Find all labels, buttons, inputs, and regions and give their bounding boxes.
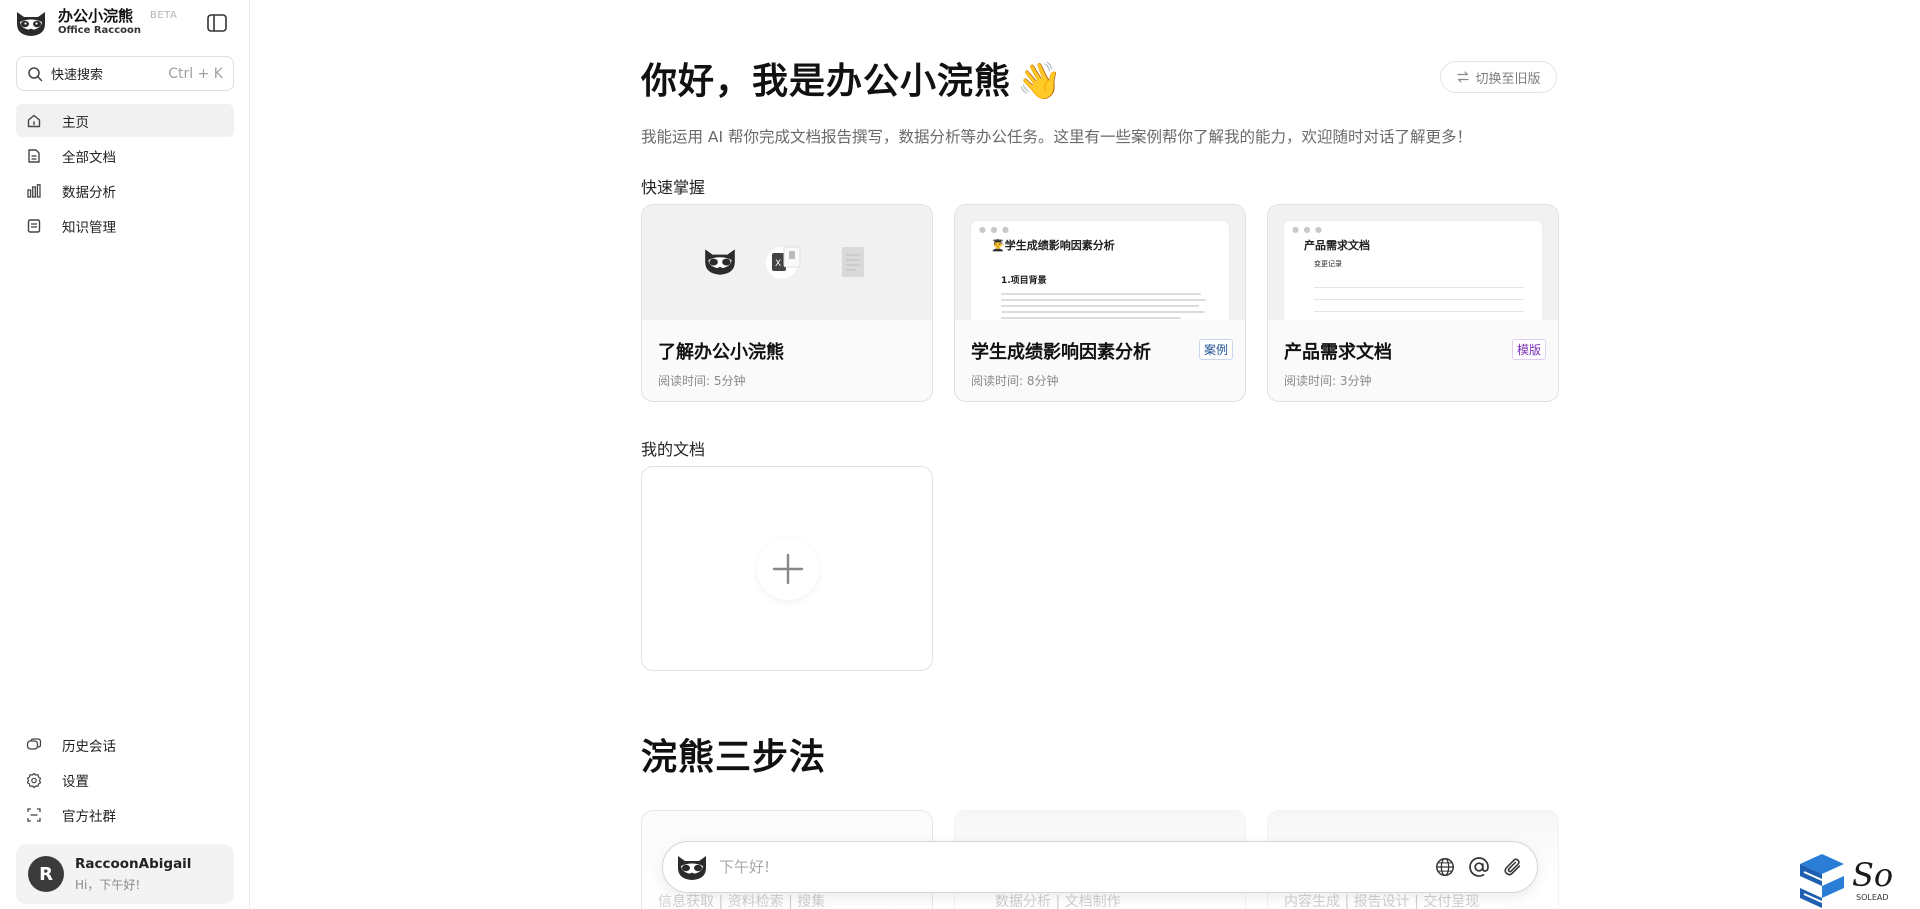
raccoon-logo-icon — [678, 856, 706, 880]
sidebar-item-label: 全部文档 — [62, 149, 116, 166]
sidebar-item-label: 知识管理 — [62, 219, 116, 236]
brand-name: 办公小浣熊 — [58, 7, 134, 26]
swap-icon — [1457, 71, 1470, 83]
card-reading-time: 阅读时间: 5分钟 — [658, 374, 746, 388]
step-card-text: 信息获取 | 资料检索 | 搜集 — [658, 894, 826, 909]
chat-history-icon — [26, 737, 42, 750]
template-badge: 模版 — [1511, 339, 1546, 360]
search-shortcut: Ctrl + K — [168, 65, 223, 82]
card-reading-time: 阅读时间: 3分钟 — [1284, 374, 1372, 388]
steps-section-title: 浣熊三步法 — [641, 737, 827, 778]
card-reading-time: 阅读时间: 8分钟 — [971, 374, 1059, 388]
document-preview: ● ● ● 产品需求文档 变更记录 — [1284, 221, 1542, 320]
sidebar-item-community[interactable]: 官方社群 — [16, 798, 234, 831]
quick-card-student-analysis[interactable]: ● ● ● 👨‍🎓学生成绩影响因素分析 1.项目背景 学生成绩影响因素分析 案例… — [954, 204, 1246, 402]
step-card-text: 内容生成 | 报告设计 | 交付呈现 — [1284, 894, 1480, 909]
user-greeting: Hi，下午好! — [75, 877, 141, 892]
quick-card-intro[interactable]: X 了解办公小浣熊 阅读时间: 5分钟 — [641, 204, 933, 402]
gear-icon — [26, 772, 42, 788]
attach-file-button[interactable] — [1501, 855, 1525, 879]
file-types-icon: X — [766, 246, 801, 279]
beta-badge: BETA — [150, 10, 178, 21]
card-title: 了解办公小浣熊 — [658, 342, 784, 363]
card-thumbnail: ● ● ● 产品需求文档 变更记录 — [1268, 205, 1558, 320]
new-document-button[interactable] — [641, 466, 933, 671]
globe-icon — [1436, 858, 1454, 876]
web-search-button[interactable] — [1433, 855, 1457, 879]
sidebar-item-label: 设置 — [62, 773, 89, 790]
brand-subtitle: Office Raccoon — [58, 25, 142, 37]
paperclip-icon — [1504, 858, 1521, 876]
raccoon-logo-icon — [705, 249, 735, 275]
sidebar-item-settings[interactable]: 设置 — [16, 763, 234, 796]
sidebar-item-label: 数据分析 — [62, 184, 116, 201]
sidebar: 办公小浣熊 Office Raccoon BETA 快速搜索 Ctrl + K — [0, 0, 250, 909]
main-content: 你好，我是办公小浣熊 👋 切换至旧版 我能运用 AI 帮你完成文档报告撰写，数据分… — [251, 0, 1920, 909]
mention-button[interactable] — [1467, 855, 1491, 879]
sidebar-item-history[interactable]: 历史会话 — [16, 728, 234, 761]
document-icon — [28, 148, 40, 163]
community-icon — [27, 807, 41, 822]
bar-chart-icon — [27, 183, 41, 198]
sidebar-toggle-icon[interactable] — [206, 13, 228, 33]
main-nav: 主页 全部文档 数据分析 知识管理 — [16, 104, 234, 244]
sidebar-item-label: 主页 — [62, 114, 89, 131]
bottom-nav: 历史会话 设置 官方社群 — [16, 728, 234, 833]
quick-card-prd[interactable]: ● ● ● 产品需求文档 变更记录 产品需求文档 模版 阅读时间: 3分钟 — [1267, 204, 1559, 402]
sidebar-item-label: 官方社群 — [62, 808, 116, 825]
card-thumbnail: ● ● ● 👨‍🎓学生成绩影响因素分析 1.项目背景 — [955, 205, 1245, 320]
window-dots-icon: ● ● ● — [979, 225, 1011, 234]
at-sign-icon — [1469, 857, 1489, 877]
sidebar-item-knowledge[interactable]: 知识管理 — [16, 209, 234, 242]
document-stack-icon — [842, 247, 864, 277]
sidebar-item-label: 历史会话 — [62, 738, 116, 755]
page-subtitle: 我能运用 AI 帮你完成文档报告撰写，数据分析等办公任务。这里有一些案例帮你了解… — [641, 128, 1473, 146]
waving-hand-emoji: 👋 — [1017, 61, 1063, 102]
sidebar-item-data-analysis[interactable]: 数据分析 — [16, 174, 234, 207]
watermark-subtext: SOLEAD — [1856, 893, 1889, 902]
book-icon — [27, 218, 41, 233]
preview-title: 产品需求文档 — [1304, 239, 1370, 252]
brand[interactable]: 办公小浣熊 Office Raccoon — [14, 8, 141, 38]
page-title: 你好，我是办公小浣熊 👋 — [641, 52, 1063, 104]
search-icon — [28, 66, 43, 81]
card-thumbnail: X — [642, 205, 932, 320]
search-label: 快速搜索 — [51, 68, 104, 83]
document-preview: ● ● ● 👨‍🎓学生成绩影响因素分析 1.项目背景 — [971, 221, 1229, 320]
case-badge: 案例 — [1198, 339, 1233, 360]
raccoon-logo-icon — [17, 12, 45, 36]
preview-title: 👨‍🎓学生成绩影响因素分析 — [991, 239, 1115, 252]
switch-to-old-version-button[interactable]: 切换至旧版 — [1440, 61, 1557, 93]
page-title-text: 你好，我是办公小浣熊 — [641, 61, 1012, 102]
switch-label: 切换至旧版 — [1475, 71, 1541, 87]
card-title: 学生成绩影响因素分析 — [971, 342, 1151, 363]
home-icon — [27, 114, 41, 127]
plus-wrapper — [757, 538, 819, 600]
watermark-text: So — [1852, 856, 1894, 894]
sidebar-item-all-docs[interactable]: 全部文档 — [16, 139, 234, 172]
avatar: R — [28, 856, 64, 892]
preview-heading: 变更记录 — [1314, 260, 1342, 268]
quick-search[interactable]: 快速搜索 Ctrl + K — [16, 56, 234, 91]
app-root: 办公小浣熊 Office Raccoon BETA 快速搜索 Ctrl + K — [0, 0, 1920, 909]
svg-text:X: X — [775, 259, 781, 269]
user-name: RaccoonAbigail — [75, 855, 192, 872]
plus-icon — [772, 553, 804, 585]
card-title: 产品需求文档 — [1284, 342, 1392, 363]
chat-input-bar — [662, 841, 1538, 893]
solead-watermark: So SOLEAD — [1790, 850, 1910, 909]
chat-input[interactable] — [719, 858, 1423, 876]
step-card-text: 数据分析 | 文档制作 — [995, 894, 1121, 909]
quick-section-title: 快速掌握 — [641, 178, 706, 197]
preview-heading: 1.项目背景 — [1001, 276, 1047, 286]
sidebar-item-home[interactable]: 主页 — [16, 104, 234, 137]
window-dots-icon: ● ● ● — [1292, 225, 1324, 234]
my-docs-section-title: 我的文档 — [641, 440, 706, 459]
user-card[interactable]: R RaccoonAbigail Hi，下午好! — [16, 844, 234, 904]
